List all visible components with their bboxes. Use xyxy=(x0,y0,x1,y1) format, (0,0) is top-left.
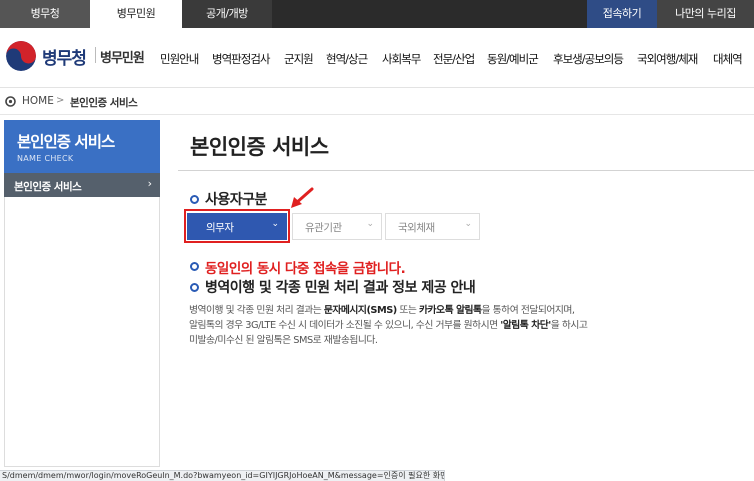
gnb-item-volunteer[interactable]: 군지원 xyxy=(284,51,314,67)
sidebar-header: 본인인증 서비스 NAME CHECK xyxy=(4,120,160,173)
chevron-right-icon: › xyxy=(147,177,152,190)
breadcrumb-current: 본인인증 서비스 xyxy=(70,97,138,109)
info-line-2: 알림톡의 경우 3G/LTE 수신 시 데이터가 소진될 수 있으니, 수신 거… xyxy=(189,320,588,331)
site-header: 병무청 병무민원 민원안내 병역판정검사 군지원 현역/상근 사회복무 전문/산… xyxy=(0,28,754,88)
my-page-button[interactable]: 나만의 누리집 xyxy=(657,0,754,28)
bullet-circle-icon xyxy=(190,195,199,204)
sidebar-item-label: 본인인증 서비스 xyxy=(14,181,82,193)
tab-civil-service[interactable]: 병무민원 xyxy=(90,0,182,28)
chevron-down-icon: ⌄ xyxy=(366,219,374,229)
info-line-3: 미발송/미수신 된 알림톡은 SMS로 재발송됩니다. xyxy=(189,335,378,346)
select-label: 유관기관 xyxy=(305,222,342,234)
browser-status-url: S/dmem/dmem/mwor/login/moveRoGeuln_M.do?… xyxy=(0,470,445,481)
chevron-down-icon: ⌄ xyxy=(464,219,472,229)
gnb-item-guide[interactable]: 민원안내 xyxy=(160,51,199,67)
tab-public-open[interactable]: 공개/개방 xyxy=(182,0,272,28)
concurrent-login-warning: 동일인의 동시 다중 접속을 금합니다. xyxy=(205,261,406,277)
logo-title[interactable]: 병무청 xyxy=(42,44,87,69)
gnb-item-industrial[interactable]: 전문/산업 xyxy=(433,51,475,67)
annotation-arrow-icon xyxy=(291,187,314,208)
logo-subtitle[interactable]: 병무민원 xyxy=(100,47,145,66)
gnb-item-candidate[interactable]: 후보생/공보의등 xyxy=(553,51,624,67)
sidebar-item-identity-verification[interactable]: 본인인증 서비스 › xyxy=(4,173,160,197)
connect-button[interactable]: 접속하기 xyxy=(587,0,657,28)
sidebar-subtitle: NAME CHECK xyxy=(17,154,74,163)
user-type-label: 사용자구분 xyxy=(205,192,267,208)
page-title: 본인인증 서비스 xyxy=(190,135,329,159)
gnb-item-active-duty[interactable]: 현역/상근 xyxy=(326,51,368,67)
top-utility-bar: 병무청 병무민원 공개/개방 접속하기 나만의 누리집 xyxy=(0,0,754,28)
sidebar-title: 본인인증 서비스 xyxy=(17,133,115,151)
gnb-item-reserve[interactable]: 동원/예비군 xyxy=(487,51,539,67)
title-divider xyxy=(178,170,754,171)
gnb-item-overseas[interactable]: 국외여행/체재 xyxy=(637,51,698,67)
highlight-box xyxy=(184,209,290,243)
user-type-select-overseas[interactable]: 국외체재 ⌄ xyxy=(385,213,480,240)
breadcrumb-separator: > xyxy=(56,95,65,106)
breadcrumb-home[interactable]: HOME xyxy=(22,95,54,107)
info-line-1: 병역이행 및 각종 민원 처리 결과는 문자메시지(SMS) 또는 카카오톡 알… xyxy=(189,305,575,316)
bullet-circle-icon xyxy=(190,262,199,271)
select-label: 국외체재 xyxy=(398,222,435,234)
gnb-item-social-service[interactable]: 사회복무 xyxy=(382,51,421,67)
info-heading: 병역이행 및 각종 민원 처리 결과 정보 제공 안내 xyxy=(205,280,476,296)
sidebar-panel xyxy=(4,197,160,467)
gnb-item-exam[interactable]: 병역판정검사 xyxy=(212,51,270,67)
taegeuk-logo-icon[interactable] xyxy=(6,41,36,71)
user-type-select-agency[interactable]: 유관기관 ⌄ xyxy=(292,213,382,240)
bullet-circle-icon xyxy=(190,283,199,292)
gnb-item-alternative[interactable]: 대체역 xyxy=(713,51,743,67)
logo-divider xyxy=(95,47,96,63)
breadcrumb: HOME > 본인인증 서비스 xyxy=(0,89,754,115)
tab-byeongmucheong[interactable]: 병무청 xyxy=(0,0,90,28)
home-icon[interactable] xyxy=(5,96,16,107)
